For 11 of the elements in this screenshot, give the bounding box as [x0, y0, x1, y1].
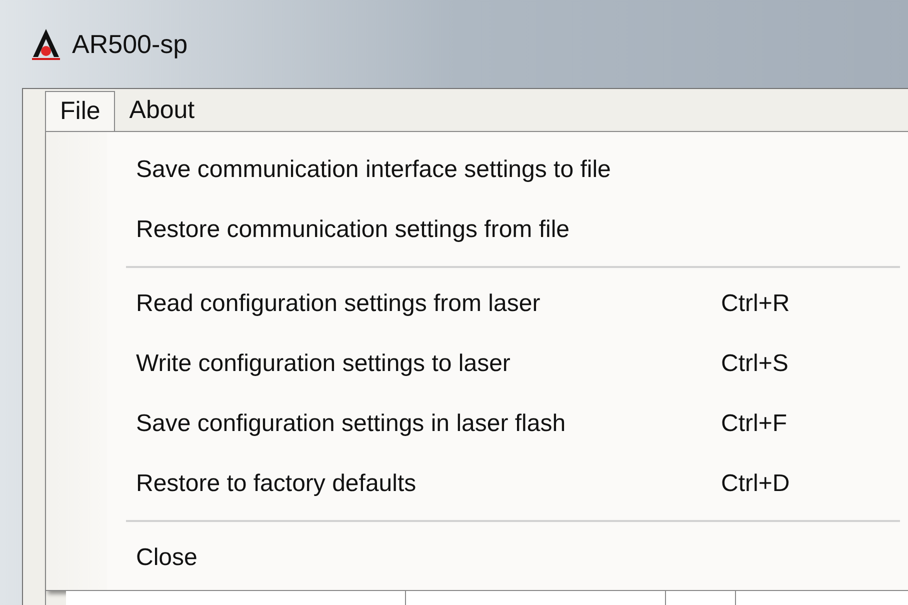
menu-item[interactable]: Restore communication settings from file [136, 200, 908, 260]
app-logo-icon [30, 27, 62, 61]
menu-item[interactable]: Write configuration settings to laser Ctrl+S [136, 334, 908, 394]
menu-item[interactable]: Restore to factory defaults Ctrl+D [136, 454, 908, 514]
menu-item[interactable]: Save communication interface settings to file [136, 140, 908, 200]
menu-item[interactable]: Save configuration settings in laser flash Ctrl+F [136, 394, 908, 454]
menu-tab[interactable]: File [45, 91, 116, 131]
menu-item[interactable]: Read configuration settings from laser Ctrl+R [136, 274, 908, 334]
menu-item[interactable]: Close [136, 528, 908, 588]
window-title: AR500-sp [72, 28, 188, 60]
menu-tab[interactable]: About [115, 91, 209, 131]
